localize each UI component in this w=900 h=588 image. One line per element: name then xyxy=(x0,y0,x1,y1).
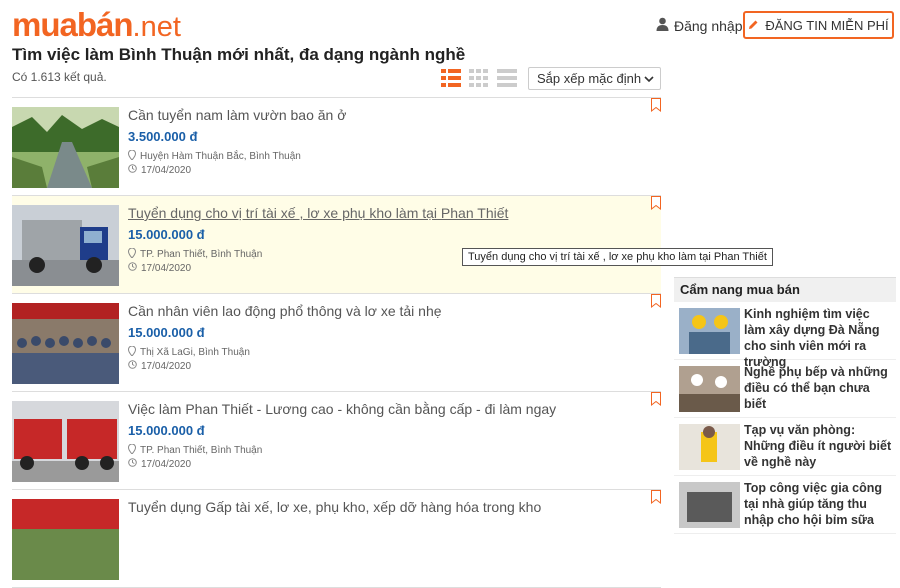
listing-location-text: Thị Xã LaGi, Bình Thuận xyxy=(140,347,250,358)
listing-date-text: 17/04/2020 xyxy=(141,164,192,176)
list-view-icon[interactable] xyxy=(441,69,461,92)
bookmark-icon[interactable] xyxy=(651,490,661,509)
map-pin-icon xyxy=(127,345,137,359)
listing-price: 15.000.000 đ xyxy=(128,325,205,340)
clock-icon xyxy=(128,360,137,372)
listing-location-text: Huyện Hàm Thuận Bắc, Bình Thuận xyxy=(140,151,301,162)
listing-price: 15.000.000 đ xyxy=(128,423,205,438)
listing-date: 17/04/2020 xyxy=(128,360,191,372)
bookmark-icon[interactable] xyxy=(651,196,661,215)
guide-thumbnail-office-cleaning[interactable] xyxy=(679,424,740,470)
listing-location: TP. Phan Thiết, Bình Thuận xyxy=(127,443,263,457)
listing-thumbnail-group-photo[interactable] xyxy=(12,303,119,384)
listing-price: 15.000.000 đ xyxy=(128,227,205,242)
listing-thumbnail-truck[interactable] xyxy=(12,205,119,286)
sort-select[interactable]: Sắp xếp mặc định xyxy=(528,67,661,90)
guide-sidebar: Cẩm nang mua bán Kinh nghiệm tìm việc là… xyxy=(674,277,896,534)
listing-date-text: 17/04/2020 xyxy=(141,262,192,274)
listing-thumbnail-recruitment-banner[interactable] xyxy=(12,499,119,580)
pencil-icon xyxy=(748,18,759,33)
listing-date: 17/04/2020 xyxy=(128,164,191,176)
login-label: Đăng nhập xyxy=(674,17,743,34)
listing-location: TP. Phan Thiết, Bình Thuận xyxy=(127,247,263,261)
listing-title[interactable]: Cần tuyển nam làm vườn bao ăn ở xyxy=(128,107,346,123)
grid-view-icon[interactable] xyxy=(469,69,489,92)
guide-thumbnail-home-work[interactable] xyxy=(679,482,740,528)
listing-date: 17/04/2020 xyxy=(128,458,191,470)
listing-location: Huyện Hàm Thuận Bắc, Bình Thuận xyxy=(127,149,301,163)
result-count: Có 1.613 kết quả. xyxy=(12,70,107,84)
listing-thumbnail-red-trucks[interactable] xyxy=(12,401,119,482)
guide-item[interactable]: Nghề phụ bếp và những điều có thể bạn ch… xyxy=(674,360,896,418)
guide-item[interactable]: Kinh nghiệm tìm việc làm xây dựng Đà Nẵn… xyxy=(674,302,896,369)
guide-item[interactable]: Tạp vụ văn phòng: Những điều ít người bi… xyxy=(674,418,896,476)
post-free-ad-button[interactable]: ĐĂNG TIN MIỄN PHÍ xyxy=(743,11,894,39)
compact-view-icon[interactable] xyxy=(497,69,517,92)
bookmark-icon[interactable] xyxy=(651,392,661,411)
clock-icon xyxy=(128,262,137,274)
site-logo[interactable]: muabán.net xyxy=(12,8,181,44)
title-tooltip: Tuyển dụng cho vị trí tài xế , lơ xe phụ… xyxy=(462,248,773,266)
guide-heading: Cẩm nang mua bán xyxy=(674,277,896,302)
listing-item[interactable]: Cần tuyển nam làm vườn bao ăn ở 3.500.00… xyxy=(12,98,661,196)
listing-item[interactable]: Cần nhân viên lao động phổ thông và lơ x… xyxy=(12,294,661,392)
listing-location-text: TP. Phan Thiết, Bình Thuận xyxy=(140,249,263,260)
user-icon xyxy=(656,17,669,34)
listing-item[interactable]: Tuyển dụng Gấp tài xế, lơ xe, phụ kho, x… xyxy=(12,490,661,588)
listing-title[interactable]: Cần nhân viên lao động phổ thông và lơ x… xyxy=(128,303,442,319)
guide-thumbnail-kitchen[interactable] xyxy=(679,366,740,412)
map-pin-icon xyxy=(127,247,137,261)
listing-location: Thị Xã LaGi, Bình Thuận xyxy=(127,345,250,359)
listing-thumbnail-garden[interactable] xyxy=(12,107,119,188)
listing-location-text: TP. Phan Thiết, Bình Thuận xyxy=(140,445,263,456)
sort-selected-label: Sắp xếp mặc định xyxy=(537,71,642,86)
listing-date-text: 17/04/2020 xyxy=(141,360,192,372)
login-link[interactable]: Đăng nhập xyxy=(656,17,743,34)
listing-price: 3.500.000 đ xyxy=(128,129,198,144)
listing-item[interactable]: Tuyển dụng cho vị trí tài xế , lơ xe phụ… xyxy=(12,196,661,294)
listing-title[interactable]: Tuyển dụng cho vị trí tài xế , lơ xe phụ… xyxy=(128,205,508,221)
clock-icon xyxy=(128,458,137,470)
guide-item[interactable]: Top công việc gia công tại nhà giúp tăng… xyxy=(674,476,896,534)
post-button-label: ĐĂNG TIN MIỄN PHÍ xyxy=(765,17,889,33)
guide-item-title[interactable]: Top công việc gia công tại nhà giúp tăng… xyxy=(744,480,892,528)
view-mode-switcher xyxy=(441,69,517,92)
logo-text: muabán xyxy=(12,6,134,43)
guide-item-title[interactable]: Nghề phụ bếp và những điều có thể bạn ch… xyxy=(744,364,892,412)
guide-item-title[interactable]: Tạp vụ văn phòng: Những điều ít người bi… xyxy=(744,422,892,470)
page-title: Tìm việc làm Bình Thuận mới nhất, đa dạn… xyxy=(12,45,466,64)
listing-date: 17/04/2020 xyxy=(128,262,191,274)
listing-list: Cần tuyển nam làm vườn bao ăn ở 3.500.00… xyxy=(12,97,661,588)
map-pin-icon xyxy=(127,149,137,163)
logo-suffix: .net xyxy=(132,11,181,43)
guide-thumbnail-construction[interactable] xyxy=(679,308,740,354)
listing-date-text: 17/04/2020 xyxy=(141,458,192,470)
bookmark-icon[interactable] xyxy=(651,98,661,117)
clock-icon xyxy=(128,164,137,176)
listing-title[interactable]: Việc làm Phan Thiết - Lương cao - không … xyxy=(128,401,556,417)
bookmark-icon[interactable] xyxy=(651,294,661,313)
listing-title[interactable]: Tuyển dụng Gấp tài xế, lơ xe, phụ kho, x… xyxy=(128,499,541,515)
chevron-down-icon xyxy=(644,71,654,86)
map-pin-icon xyxy=(127,443,137,457)
listing-item[interactable]: Việc làm Phan Thiết - Lương cao - không … xyxy=(12,392,661,490)
